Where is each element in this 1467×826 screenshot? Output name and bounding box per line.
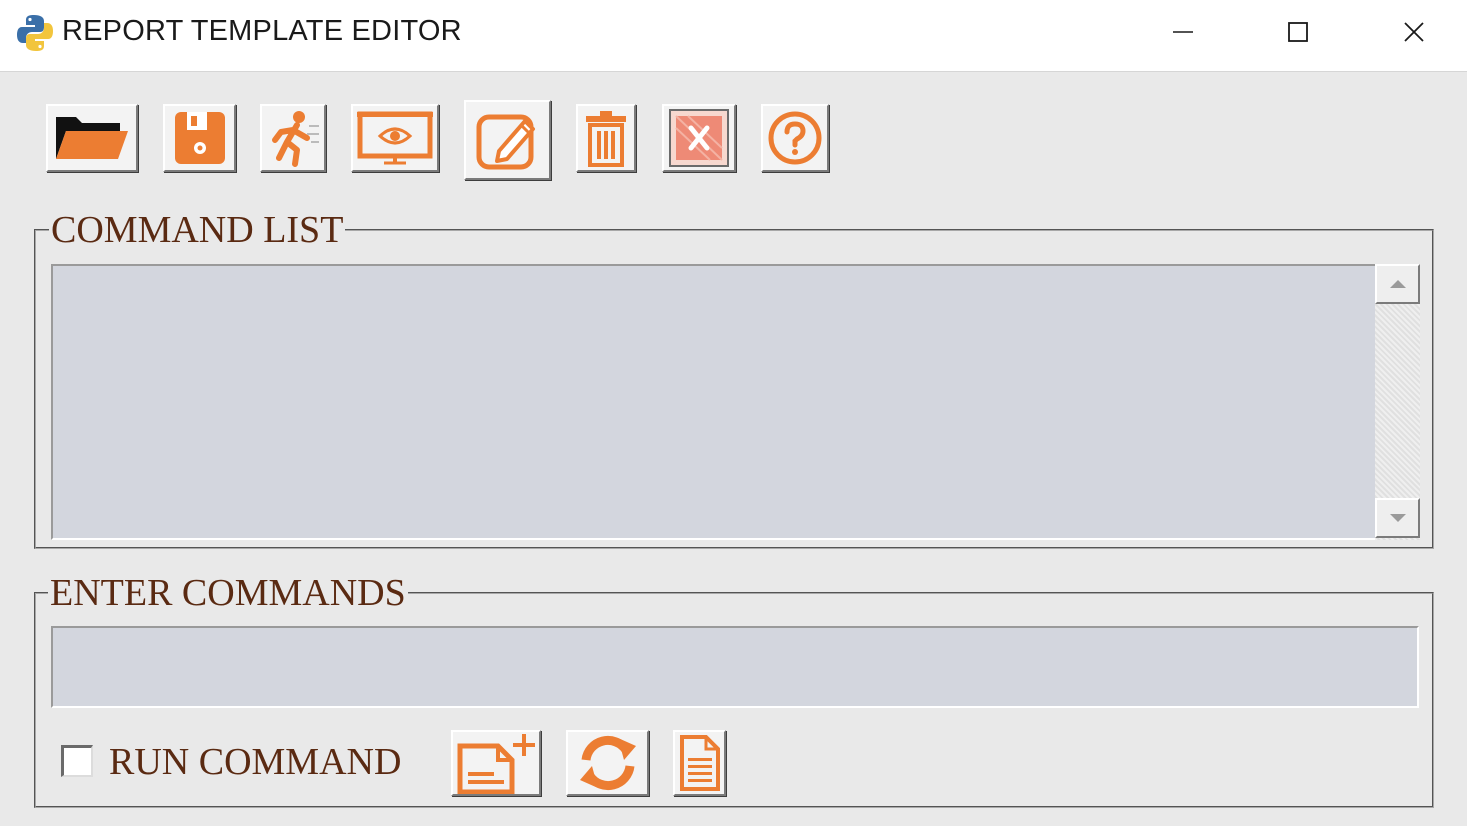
arrow-down-icon bbox=[1389, 514, 1406, 522]
arrow-up-icon bbox=[1389, 280, 1406, 288]
pencil-edit-icon bbox=[476, 114, 535, 170]
maximize-button[interactable] bbox=[1240, 0, 1356, 64]
floppy-disk-icon bbox=[174, 112, 225, 164]
document-icon bbox=[679, 735, 720, 791]
trash-can-icon bbox=[586, 111, 626, 167]
title-bar: REPORT TEMPLATE EDITOR bbox=[0, 0, 1467, 72]
minimize-button[interactable] bbox=[1125, 0, 1241, 64]
clear-x-icon bbox=[669, 109, 729, 167]
folder-open-icon bbox=[56, 117, 128, 159]
question-mark-icon bbox=[768, 111, 822, 165]
run-button[interactable] bbox=[260, 104, 326, 172]
help-button[interactable] bbox=[761, 104, 829, 172]
run-command-label[interactable]: RUN COMMAND bbox=[109, 740, 401, 784]
clear-button[interactable] bbox=[662, 104, 736, 172]
running-man-icon bbox=[272, 111, 319, 167]
command-list[interactable] bbox=[51, 264, 1377, 540]
scroll-up-button[interactable] bbox=[1375, 264, 1420, 304]
command-list-scrollbar[interactable] bbox=[1375, 264, 1420, 540]
window-title: REPORT TEMPLATE EDITOR bbox=[62, 15, 462, 47]
preview-button[interactable] bbox=[351, 104, 439, 172]
close-button[interactable] bbox=[1356, 0, 1467, 64]
edit-button[interactable] bbox=[464, 100, 551, 180]
command-list-label: COMMAND LIST bbox=[49, 209, 346, 251]
close-icon bbox=[1404, 22, 1424, 42]
minimize-icon bbox=[1173, 31, 1193, 33]
screen-eye-icon bbox=[357, 111, 433, 165]
refresh-arrows-icon bbox=[579, 736, 636, 790]
delete-button[interactable] bbox=[576, 104, 636, 172]
maximize-icon bbox=[1288, 22, 1308, 42]
scroll-down-button[interactable] bbox=[1375, 498, 1420, 538]
refresh-button[interactable] bbox=[566, 730, 649, 796]
view-document-button[interactable] bbox=[673, 730, 726, 796]
document-add-icon bbox=[457, 734, 535, 794]
open-button[interactable] bbox=[46, 104, 138, 172]
add-command-button[interactable] bbox=[451, 730, 541, 796]
command-input[interactable] bbox=[51, 626, 1419, 708]
run-command-checkbox[interactable] bbox=[61, 745, 93, 777]
save-button[interactable] bbox=[163, 104, 236, 172]
python-logo-icon bbox=[17, 15, 53, 51]
enter-commands-label: ENTER COMMANDS bbox=[48, 572, 408, 614]
